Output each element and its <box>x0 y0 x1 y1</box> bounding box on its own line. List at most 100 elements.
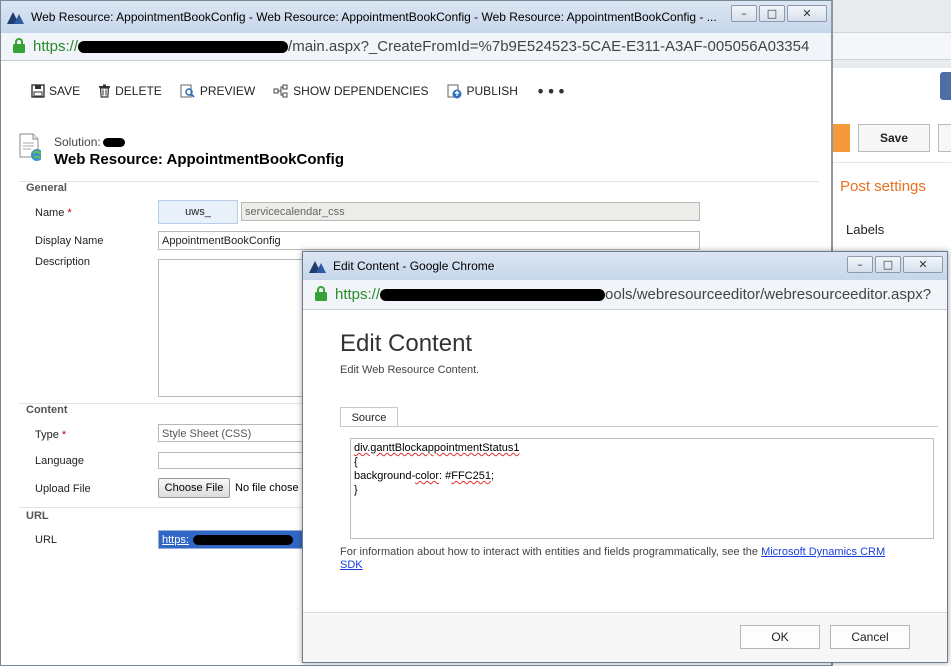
code-token: FFC251 <box>451 470 491 482</box>
redacted-solution <box>102 138 125 148</box>
language-label: Language <box>35 455 84 467</box>
sdk-link-continued[interactable]: SDK <box>340 559 363 571</box>
ok-button[interactable]: OK <box>740 625 820 649</box>
show-dependencies-label: SHOW DEPENDENCIES <box>293 84 429 98</box>
code-token: color <box>415 470 439 482</box>
delete-label: DELETE <box>115 84 162 98</box>
preview-button[interactable]: PREVIEW <box>180 84 255 98</box>
main-url[interactable]: https:// /main.aspx?_CreateFromId=%7b9E52… <box>33 38 809 55</box>
popup-url-scheme: https:// <box>335 286 381 303</box>
minimize-button[interactable]: – <box>731 5 757 22</box>
type-label: Type * <box>35 429 66 441</box>
sdk-link[interactable]: Microsoft Dynamics CRM <box>761 546 885 558</box>
code-token: ; <box>490 470 495 482</box>
publish-button[interactable]: PUBLISH <box>447 84 518 99</box>
edit-content-heading: Edit Content <box>340 330 473 357</box>
code-line: background-color: #FFC251; <box>354 469 930 483</box>
redacted-domain <box>78 41 289 54</box>
url-link[interactable]: https: <box>162 534 189 546</box>
background-secondary-button[interactable] <box>938 124 951 152</box>
tab-underline <box>340 426 938 427</box>
popup-window-title: Edit Content - Google Chrome <box>333 259 495 273</box>
url-path: /main.aspx?_CreateFromId=%7b9E524523-5CA… <box>288 38 810 55</box>
required-marker: * <box>67 207 72 219</box>
section-url-heading: URL <box>26 510 49 522</box>
popup-titlebar[interactable]: Edit Content - Google Chrome – □ ✕ <box>303 252 947 280</box>
background-chat-icon[interactable] <box>940 72 951 100</box>
solution-label-text: Solution: <box>54 135 101 149</box>
section-general-heading: General <box>26 182 67 194</box>
trash-icon <box>99 84 111 98</box>
dynamics-logo-icon <box>309 259 327 273</box>
background-publish-button[interactable] <box>830 124 850 152</box>
display-name-label: Display Name <box>35 235 104 247</box>
preview-label: PREVIEW <box>199 84 256 98</box>
main-window-title: Web Resource: AppointmentBookConfig - We… <box>31 10 717 24</box>
code-line: { <box>354 456 358 468</box>
close-button[interactable]: ✕ <box>787 5 827 22</box>
edit-content-window: Edit Content - Google Chrome – □ ✕ https… <box>302 251 948 663</box>
redacted-url <box>192 535 293 546</box>
edit-content-subheading: Edit Web Resource Content. <box>340 364 480 376</box>
background-divider <box>830 162 951 163</box>
language-select[interactable] <box>158 452 318 469</box>
popup-minimize-button[interactable]: – <box>847 256 873 273</box>
dynamics-logo-icon <box>7 10 25 24</box>
type-select[interactable]: Style Sheet (CSS) <box>158 424 318 442</box>
code-line: div.ganttBlockappointmentStatus1 <box>354 442 520 454</box>
background-save-button[interactable]: Save <box>858 124 930 152</box>
redacted-domain <box>380 289 606 302</box>
publish-label: PUBLISH <box>466 84 518 98</box>
choose-file-button[interactable]: Choose File <box>158 478 230 498</box>
labels-item[interactable]: Labels <box>846 222 884 237</box>
popup-close-button[interactable]: ✕ <box>903 256 943 273</box>
required-marker: * <box>61 429 67 441</box>
code-token: background- <box>354 470 416 482</box>
section-content-heading: Content <box>26 404 68 416</box>
popup-url[interactable]: https:// ools/webresourceeditor/webresour… <box>335 286 931 303</box>
source-editor[interactable]: div.ganttBlockappointmentStatus1 { backg… <box>350 438 934 539</box>
show-dependencies-button[interactable]: SHOW DEPENDENCIES <box>273 84 429 98</box>
save-button[interactable]: SAVE <box>31 84 80 98</box>
tab-source[interactable]: Source <box>340 407 398 427</box>
page-title: Web Resource: AppointmentBookConfig <box>54 151 344 168</box>
solution-label: Solution: <box>54 135 125 149</box>
name-field[interactable]: servicecalendar_css <box>241 202 700 221</box>
web-resource-icon <box>19 133 41 161</box>
command-bar: SAVE DELETE PREVIEW SHOW DEPENDENCIES PU… <box>1 75 831 107</box>
post-settings-heading[interactable]: Post settings <box>840 178 926 195</box>
floppy-icon <box>31 84 45 98</box>
sdk-info-prefix: For information about how to interact wi… <box>340 546 762 558</box>
url-label: URL <box>35 534 58 546</box>
name-label-text: Name <box>35 207 65 219</box>
name-prefix: uws_ <box>158 200 238 224</box>
dialog-footer: OK Cancel <box>303 612 947 662</box>
delete-button[interactable]: DELETE <box>98 84 162 98</box>
main-addressbar[interactable]: https:// /main.aspx?_CreateFromId=%7b9E52… <box>1 33 831 61</box>
code-token: : # <box>439 470 452 482</box>
maximize-button[interactable]: □ <box>759 5 785 22</box>
popup-url-path: ools/webresourceeditor/webresourceeditor… <box>605 286 932 303</box>
lock-icon <box>315 285 327 301</box>
description-field[interactable] <box>158 259 318 397</box>
code-line: } <box>354 484 358 496</box>
dependencies-icon <box>273 84 288 98</box>
popup-window-controls: – □ ✕ <box>847 256 943 273</box>
lock-icon <box>13 37 25 53</box>
more-commands-button[interactable]: ••• <box>536 82 567 101</box>
description-label: Description <box>35 256 91 268</box>
background-addressbar <box>830 32 951 60</box>
url-scheme: https:// <box>33 38 79 55</box>
type-label-text: Type <box>35 429 59 441</box>
cancel-button[interactable]: Cancel <box>830 625 910 649</box>
name-label: Name * <box>35 207 72 219</box>
display-name-field[interactable]: AppointmentBookConfig <box>158 231 700 250</box>
save-label: SAVE <box>49 84 81 98</box>
section-divider <box>19 181 819 182</box>
popup-maximize-button[interactable]: □ <box>875 256 901 273</box>
main-window-controls: – □ ✕ <box>731 5 827 22</box>
popup-addressbar[interactable]: https:// ools/webresourceeditor/webresour… <box>303 280 947 310</box>
main-titlebar[interactable]: Web Resource: AppointmentBookConfig - We… <box>1 1 831 33</box>
url-field[interactable]: https: <box>158 530 318 549</box>
publish-icon <box>447 84 462 98</box>
